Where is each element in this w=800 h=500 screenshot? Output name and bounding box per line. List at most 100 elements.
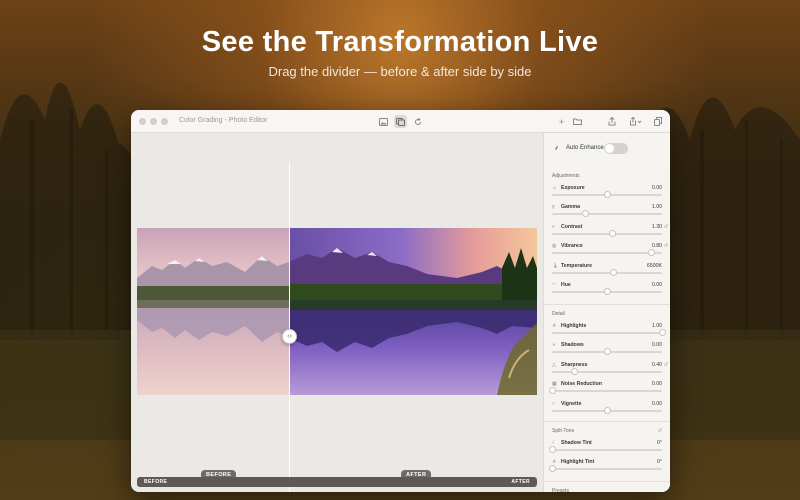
control-icon: ○ xyxy=(552,400,556,407)
section-title: Split-Tone xyxy=(552,428,575,434)
divider-handle[interactable]: ‹› xyxy=(282,329,297,344)
folder-icon[interactable] xyxy=(571,115,584,128)
control-icon: △ xyxy=(552,361,556,368)
control-icon: ☀ xyxy=(552,323,557,329)
scrubber-before-label: BEFORE xyxy=(144,479,168,485)
control-label: Sharpness xyxy=(561,361,588,368)
adjustments-panel: ⸙ Auto Enhance Adjustments ☼ Exposure 0.00 γ… xyxy=(543,133,670,492)
section-title: Presets xyxy=(552,488,569,492)
slider-knob[interactable] xyxy=(609,229,616,237)
slider-track[interactable] xyxy=(548,387,662,395)
control-label: Hue xyxy=(561,282,571,288)
control-label: Gamma xyxy=(561,204,581,211)
reset-icon[interactable]: ↺ xyxy=(664,224,668,230)
auto-enhance-row: ⸙ Auto Enhance xyxy=(553,143,663,155)
slider-knob[interactable] xyxy=(570,367,578,375)
comparison-photo xyxy=(137,228,537,395)
window-title: Color Grading - Photo Editor xyxy=(179,117,268,124)
close-window-button[interactable] xyxy=(139,118,146,125)
compare-scrubber[interactable]: BEFORE AFTER xyxy=(137,477,537,487)
slider-knob[interactable] xyxy=(548,387,556,395)
slider-track[interactable] xyxy=(552,348,662,356)
revert-icon[interactable] xyxy=(411,115,424,128)
slider-track[interactable] xyxy=(552,406,662,414)
slider-track[interactable] xyxy=(548,446,662,453)
slider-knob[interactable] xyxy=(603,288,611,295)
control-label: Noise Reduction xyxy=(561,381,602,388)
slider-track[interactable] xyxy=(552,191,662,198)
control-label: Highlights xyxy=(561,323,587,329)
control-value: 0.00 xyxy=(651,185,662,191)
control-icon: γ xyxy=(552,204,555,211)
control-value: 1.00 xyxy=(651,204,662,211)
scrubber-after-label: AFTER xyxy=(511,479,530,485)
reset-icon[interactable]: ↺ xyxy=(664,362,668,368)
slider-knob[interactable] xyxy=(603,348,611,356)
slider-track[interactable] xyxy=(552,288,662,295)
slider-knob[interactable] xyxy=(610,268,618,276)
slider-knob[interactable] xyxy=(548,446,556,453)
section-reset-icon[interactable]: ↺ xyxy=(658,428,662,434)
slider-track[interactable] xyxy=(552,367,662,375)
control-value: 1.00 xyxy=(651,323,662,329)
image-icon[interactable] xyxy=(377,115,390,128)
plus-icon[interactable]: + xyxy=(555,115,568,128)
slider-knob[interactable] xyxy=(603,191,611,198)
slider-track[interactable] xyxy=(552,249,662,257)
slider-track[interactable] xyxy=(552,268,662,276)
control-value: 0.40 xyxy=(651,361,662,368)
slider-knob[interactable] xyxy=(581,210,589,218)
control-icon: 🌡 xyxy=(552,262,559,269)
control-value: 0.00 xyxy=(651,400,662,407)
control-label: Exposure xyxy=(561,185,585,191)
control-icon: ☼ xyxy=(552,185,557,191)
slider-knob[interactable] xyxy=(647,249,655,257)
control-value: 0° xyxy=(657,459,662,466)
auto-enhance-label: Auto Enhance xyxy=(566,145,604,151)
control-value: 0.80 xyxy=(651,243,662,250)
control-icon: ◠ xyxy=(552,282,557,288)
zoom-window-button[interactable] xyxy=(161,118,168,125)
section-title: Adjustments xyxy=(552,173,580,179)
photo-canvas[interactable]: ‹› BEFORE AFTER BEFORE AFTER xyxy=(131,133,543,492)
control-label: Shadow Tint xyxy=(561,440,592,446)
slider-track[interactable] xyxy=(552,210,662,218)
control-label: Temperature xyxy=(561,262,593,269)
control-icon: ◑ xyxy=(552,342,556,349)
control-label: Highlight Tint xyxy=(561,459,595,466)
minimize-window-button[interactable] xyxy=(150,118,157,125)
slider-knob[interactable] xyxy=(548,465,556,473)
slider-track[interactable] xyxy=(552,229,662,237)
control-label: Vibrance xyxy=(561,243,583,250)
share-icon[interactable] xyxy=(628,115,644,128)
slider-track[interactable] xyxy=(552,329,666,336)
control-value: 6500K xyxy=(646,262,662,269)
landscape-image xyxy=(137,228,537,395)
control-value: 0° xyxy=(657,440,662,446)
comparison-divider[interactable] xyxy=(289,163,290,492)
copy-icon[interactable] xyxy=(651,115,664,128)
control-icon: ◐ xyxy=(552,223,556,230)
section-title: Detail xyxy=(552,311,565,317)
slider-knob[interactable] xyxy=(603,406,611,414)
control-value: 1.30 xyxy=(651,223,662,230)
app-window: Color Grading - Photo Editor + ‹› BEFORE… xyxy=(131,110,670,492)
control-value: 0.00 xyxy=(651,381,662,388)
hero-headline: See the Transformation Live xyxy=(201,26,599,58)
slider-track[interactable] xyxy=(548,465,662,473)
magic-wand-icon: ⸙ xyxy=(554,145,560,152)
title-bar: Color Grading - Photo Editor + xyxy=(131,110,670,133)
reset-icon[interactable]: ↺ xyxy=(664,243,668,249)
control-label: Contrast xyxy=(561,223,583,230)
export-icon[interactable] xyxy=(605,115,618,128)
slider-knob[interactable] xyxy=(658,329,666,336)
control-icon: ◍ xyxy=(552,243,557,250)
control-label: Vignette xyxy=(561,400,582,407)
control-label: Shadows xyxy=(561,342,584,349)
control-value: 0.00 xyxy=(651,282,662,288)
control-value: 0.00 xyxy=(651,342,662,349)
compare-icon[interactable] xyxy=(394,115,407,128)
chevrons-icon: ‹› xyxy=(287,333,292,340)
section-separator xyxy=(544,481,670,482)
auto-enhance-toggle[interactable] xyxy=(604,143,628,154)
